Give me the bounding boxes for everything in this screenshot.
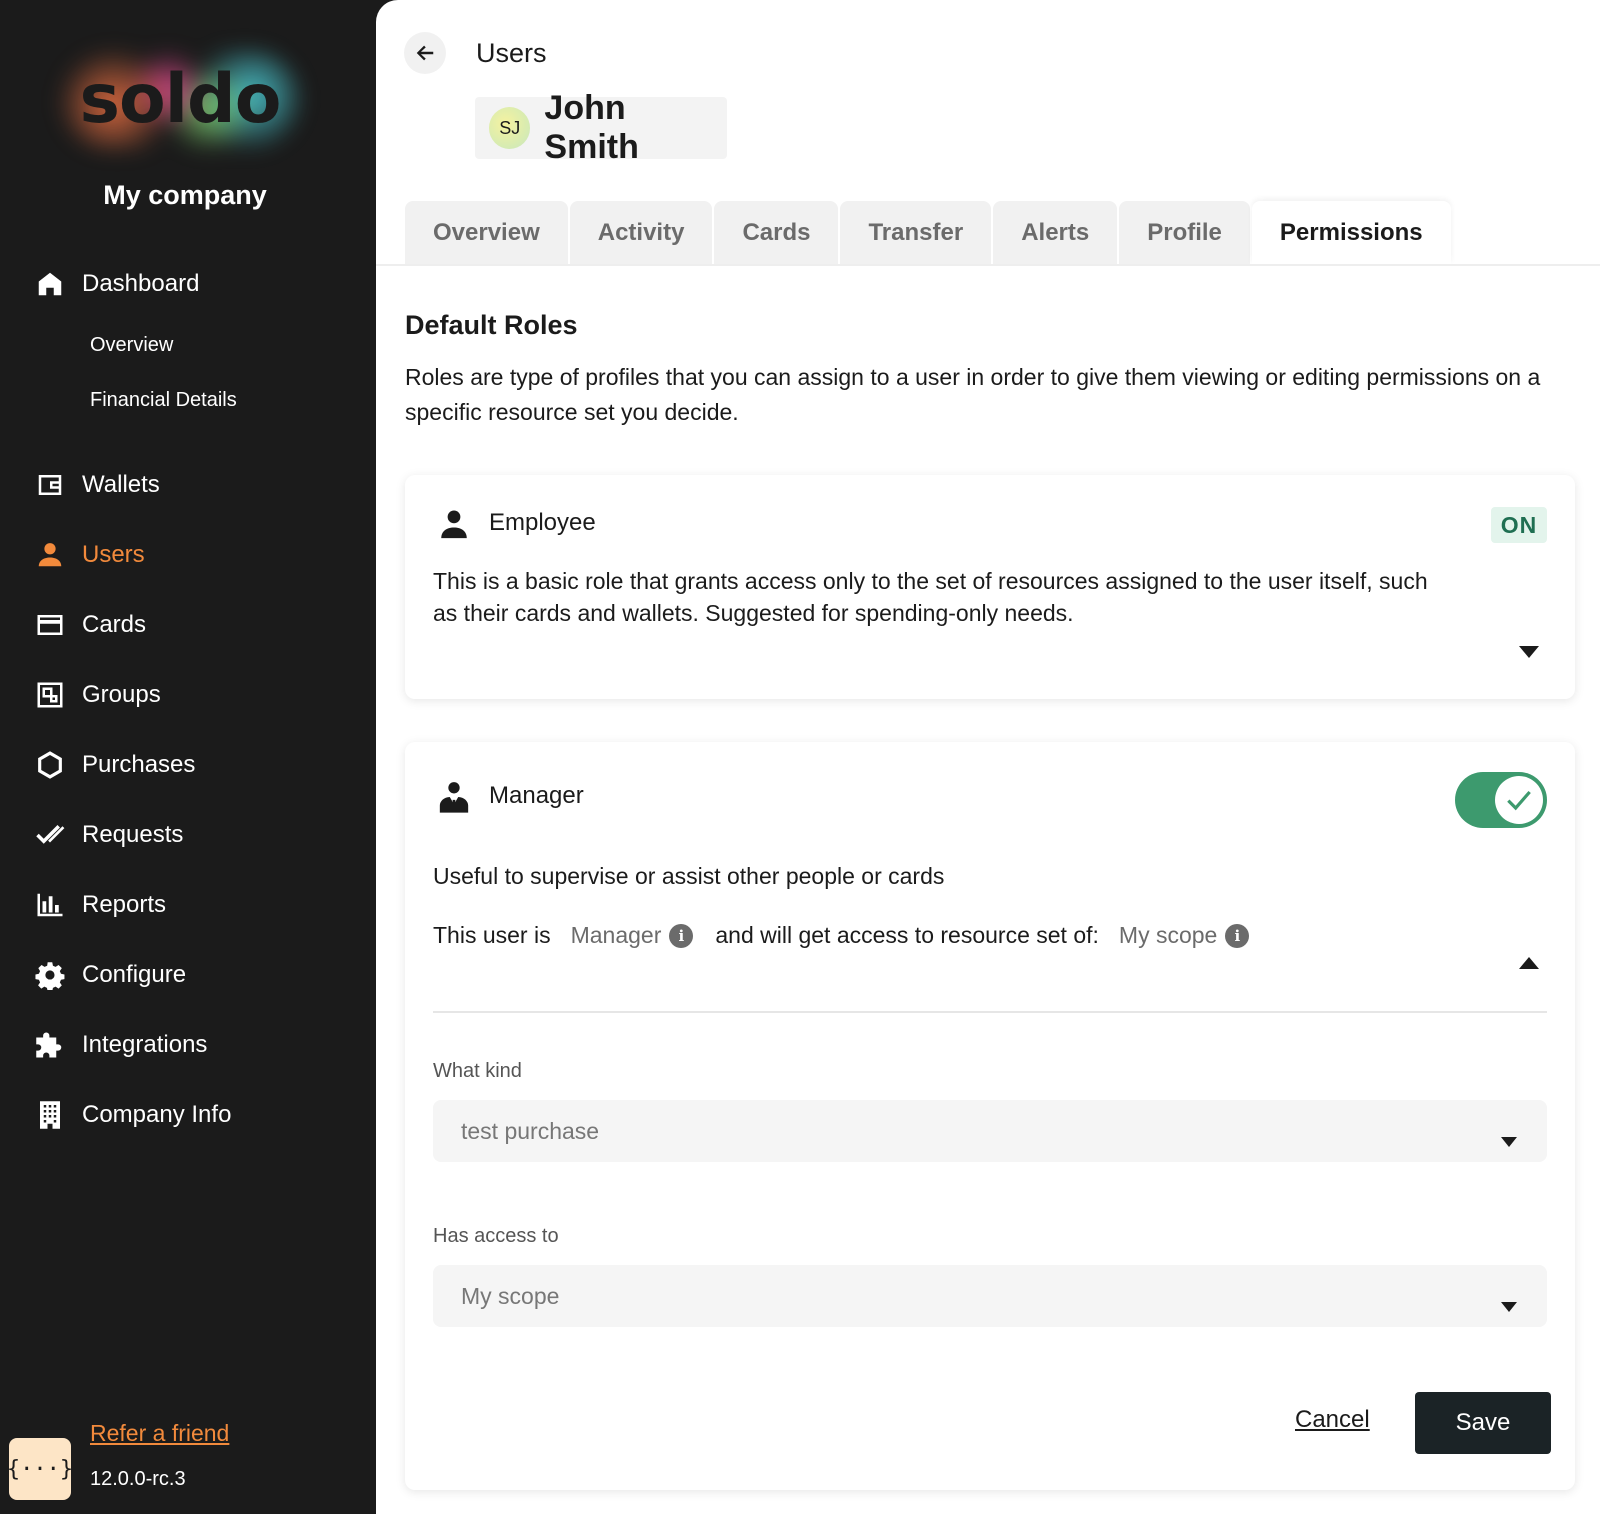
scope-value: My scope: [1118, 922, 1218, 948]
user-chip: SJ John Smith: [475, 89, 727, 166]
tab-transfer[interactable]: Transfer: [840, 201, 992, 264]
puzzle-icon: [32, 1027, 68, 1063]
role-name: Employee: [489, 509, 596, 536]
sidebar-subitem-financial-details[interactable]: Financial Details: [90, 389, 237, 412]
back-button[interactable]: [404, 32, 446, 74]
building-icon: [32, 1097, 68, 1133]
caret-down-icon: [1501, 1291, 1517, 1312]
toggle-knob: [1495, 776, 1543, 824]
divider: [433, 1011, 1547, 1013]
what-kind-label: What kind: [433, 1060, 522, 1082]
info-icon[interactable]: i: [669, 923, 694, 948]
caret-down-icon: [1501, 1126, 1517, 1147]
employee-role-card: Employee ON This is a basic role that gr…: [405, 475, 1575, 699]
sidebar-item-purchases[interactable]: Purchases: [32, 743, 195, 787]
manager-role-card: Manager Useful to supervise or assist ot…: [405, 742, 1575, 1490]
main-content: Users SJ John Smith Overview Activity Ca…: [376, 0, 1600, 1514]
role-description: Useful to supervise or assist other peop…: [433, 863, 945, 889]
sidebar-item-groups[interactable]: Groups: [32, 673, 161, 717]
page-title: John Smith: [544, 89, 639, 166]
avatar: SJ: [489, 107, 531, 149]
section-description: Roles are type of profiles that you can …: [405, 364, 1541, 425]
gear-icon: [32, 957, 68, 993]
line-prefix: This user is: [433, 922, 551, 948]
cancel-button[interactable]: Cancel: [1295, 1406, 1370, 1434]
sidebar-item-label: Cards: [82, 611, 147, 638]
tab-permissions[interactable]: Permissions: [1251, 201, 1451, 264]
home-icon: [32, 266, 68, 302]
person-icon: [437, 507, 471, 541]
bar-chart-icon: [32, 887, 68, 923]
sidebar-item-label: Company Info: [82, 1101, 232, 1128]
what-kind-value: test purchase: [461, 1117, 600, 1144]
tabs-divider: [376, 264, 1600, 266]
sidebar-item-dashboard[interactable]: Dashboard: [32, 262, 199, 306]
role-name: Manager: [489, 782, 584, 809]
tab-cards[interactable]: Cards: [714, 201, 839, 264]
manager-role-toggle[interactable]: [1455, 772, 1547, 828]
status-badge: ON: [1491, 507, 1547, 543]
arrow-left-icon: [416, 45, 434, 61]
role-value: Manager: [570, 922, 662, 948]
sidebar-item-label: Purchases: [82, 751, 196, 778]
line-middle: and will get access to resource set of:: [715, 922, 1099, 948]
sidebar-item-integrations[interactable]: Integrations: [32, 1023, 207, 1067]
has-access-value: My scope: [461, 1282, 560, 1309]
has-access-label: Has access to: [433, 1225, 559, 1247]
sidebar: soldo My company Dashboard Overview Fina…: [0, 0, 376, 1514]
role-scope-line: This user is Manager i and will get acce…: [433, 922, 1250, 949]
company-name: My company: [103, 180, 267, 210]
user-icon: [32, 537, 68, 573]
soldo-logo[interactable]: soldo: [50, 45, 310, 155]
what-kind-select[interactable]: test purchase: [433, 1100, 1547, 1162]
double-check-icon: [32, 817, 68, 853]
has-access-select[interactable]: My scope: [433, 1265, 1547, 1327]
sidebar-item-label: Requests: [82, 821, 184, 848]
sidebar-item-label: Reports: [82, 891, 167, 918]
sidebar-item-reports[interactable]: Reports: [32, 883, 166, 927]
app-version: 12.0.0-rc.3: [90, 1468, 186, 1490]
refer-a-friend-link[interactable]: Refer a friend: [90, 1420, 229, 1447]
sidebar-item-company-info[interactable]: Company Info: [32, 1093, 231, 1137]
groups-icon: [32, 677, 68, 713]
sidebar-item-label: Wallets: [82, 471, 160, 498]
tab-bar: Overview Activity Cards Transfer Alerts …: [405, 201, 1453, 264]
chevron-down-icon[interactable]: [1519, 645, 1539, 658]
card-icon: [32, 607, 68, 643]
hexagon-icon: [32, 747, 68, 783]
sidebar-item-requests[interactable]: Requests: [32, 813, 183, 857]
sidebar-item-users[interactable]: Users: [32, 533, 145, 577]
tab-activity[interactable]: Activity: [569, 201, 713, 264]
breadcrumb[interactable]: Users: [476, 38, 547, 69]
sidebar-item-label: Configure: [82, 961, 187, 988]
save-button[interactable]: Save: [1415, 1392, 1551, 1454]
sidebar-item-wallets[interactable]: Wallets: [32, 463, 160, 507]
info-icon[interactable]: i: [1225, 923, 1250, 948]
sidebar-item-label: Users: [82, 541, 145, 568]
manager-icon: [437, 780, 471, 814]
sidebar-subitem-overview[interactable]: Overview: [90, 334, 173, 357]
dev-tools-badge[interactable]: {···}: [7, 1438, 73, 1500]
sidebar-item-configure[interactable]: Configure: [32, 953, 186, 997]
tab-alerts[interactable]: Alerts: [993, 201, 1118, 264]
check-icon: [1507, 790, 1531, 811]
tab-profile[interactable]: Profile: [1119, 201, 1250, 264]
role-description: This is a basic role that grants access …: [433, 568, 1428, 626]
logo-text: soldo: [79, 60, 282, 139]
sidebar-item-label: Integrations: [82, 1031, 208, 1058]
chevron-up-icon[interactable]: [1519, 956, 1539, 969]
wallet-icon: [32, 467, 68, 503]
sidebar-item-label: Dashboard: [82, 270, 200, 297]
sidebar-item-label: Groups: [82, 681, 161, 708]
sidebar-item-cards[interactable]: Cards: [32, 603, 146, 647]
section-title: Default Roles: [405, 310, 578, 340]
tab-overview[interactable]: Overview: [405, 201, 568, 264]
